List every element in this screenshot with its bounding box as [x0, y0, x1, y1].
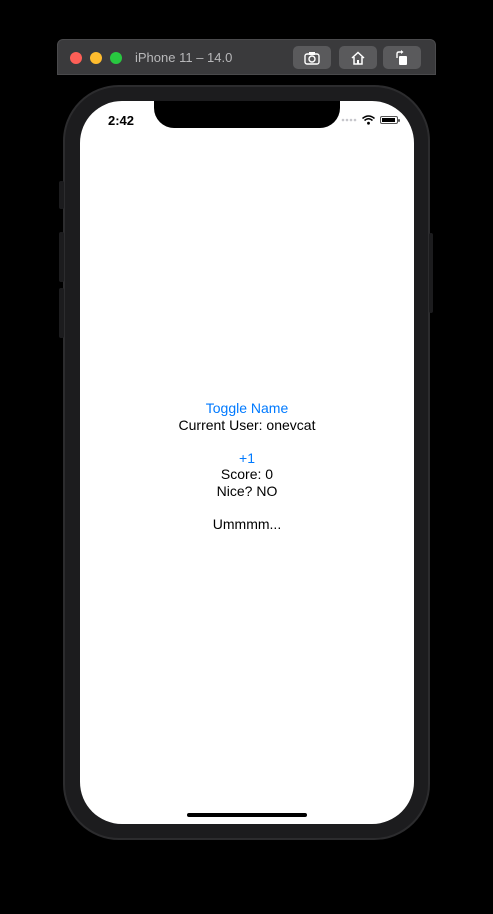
- minimize-window-button[interactable]: [90, 52, 102, 64]
- home-button[interactable]: [339, 46, 377, 69]
- wifi-icon: [362, 115, 375, 125]
- nice-label: Nice? NO: [216, 482, 278, 499]
- volume-up-button: [59, 232, 64, 282]
- notch: [154, 101, 340, 128]
- increment-button[interactable]: +1: [80, 450, 414, 467]
- screenshot-button[interactable]: [293, 46, 331, 69]
- status-icons: [341, 115, 400, 125]
- camera-icon: [304, 51, 320, 65]
- device-screen: 2:42 Toggle Name Current User: onevcat +…: [80, 101, 414, 824]
- rotate-button[interactable]: [383, 46, 421, 69]
- toggle-name-button[interactable]: Toggle Name: [80, 400, 414, 417]
- mute-switch: [59, 181, 64, 209]
- footer-label: Ummmm...: [212, 515, 282, 532]
- simulator-title: iPhone 11 – 14.0: [135, 50, 233, 65]
- home-icon: [351, 50, 365, 65]
- simulator-titlebar: iPhone 11 – 14.0: [57, 39, 436, 75]
- home-indicator[interactable]: [187, 813, 307, 817]
- cellular-dots-icon: [341, 118, 357, 122]
- app-content: Toggle Name Current User: onevcat +1 Sco…: [80, 400, 414, 532]
- battery-icon: [380, 116, 400, 124]
- current-user-label: Current User: onevcat: [178, 416, 316, 433]
- side-button: [429, 233, 433, 313]
- status-time: 2:42: [108, 113, 135, 128]
- volume-down-button: [59, 288, 64, 338]
- rotate-icon: [396, 49, 407, 65]
- close-window-button[interactable]: [70, 52, 82, 64]
- zoom-window-button[interactable]: [110, 52, 122, 64]
- score-label: Score: 0: [220, 466, 274, 482]
